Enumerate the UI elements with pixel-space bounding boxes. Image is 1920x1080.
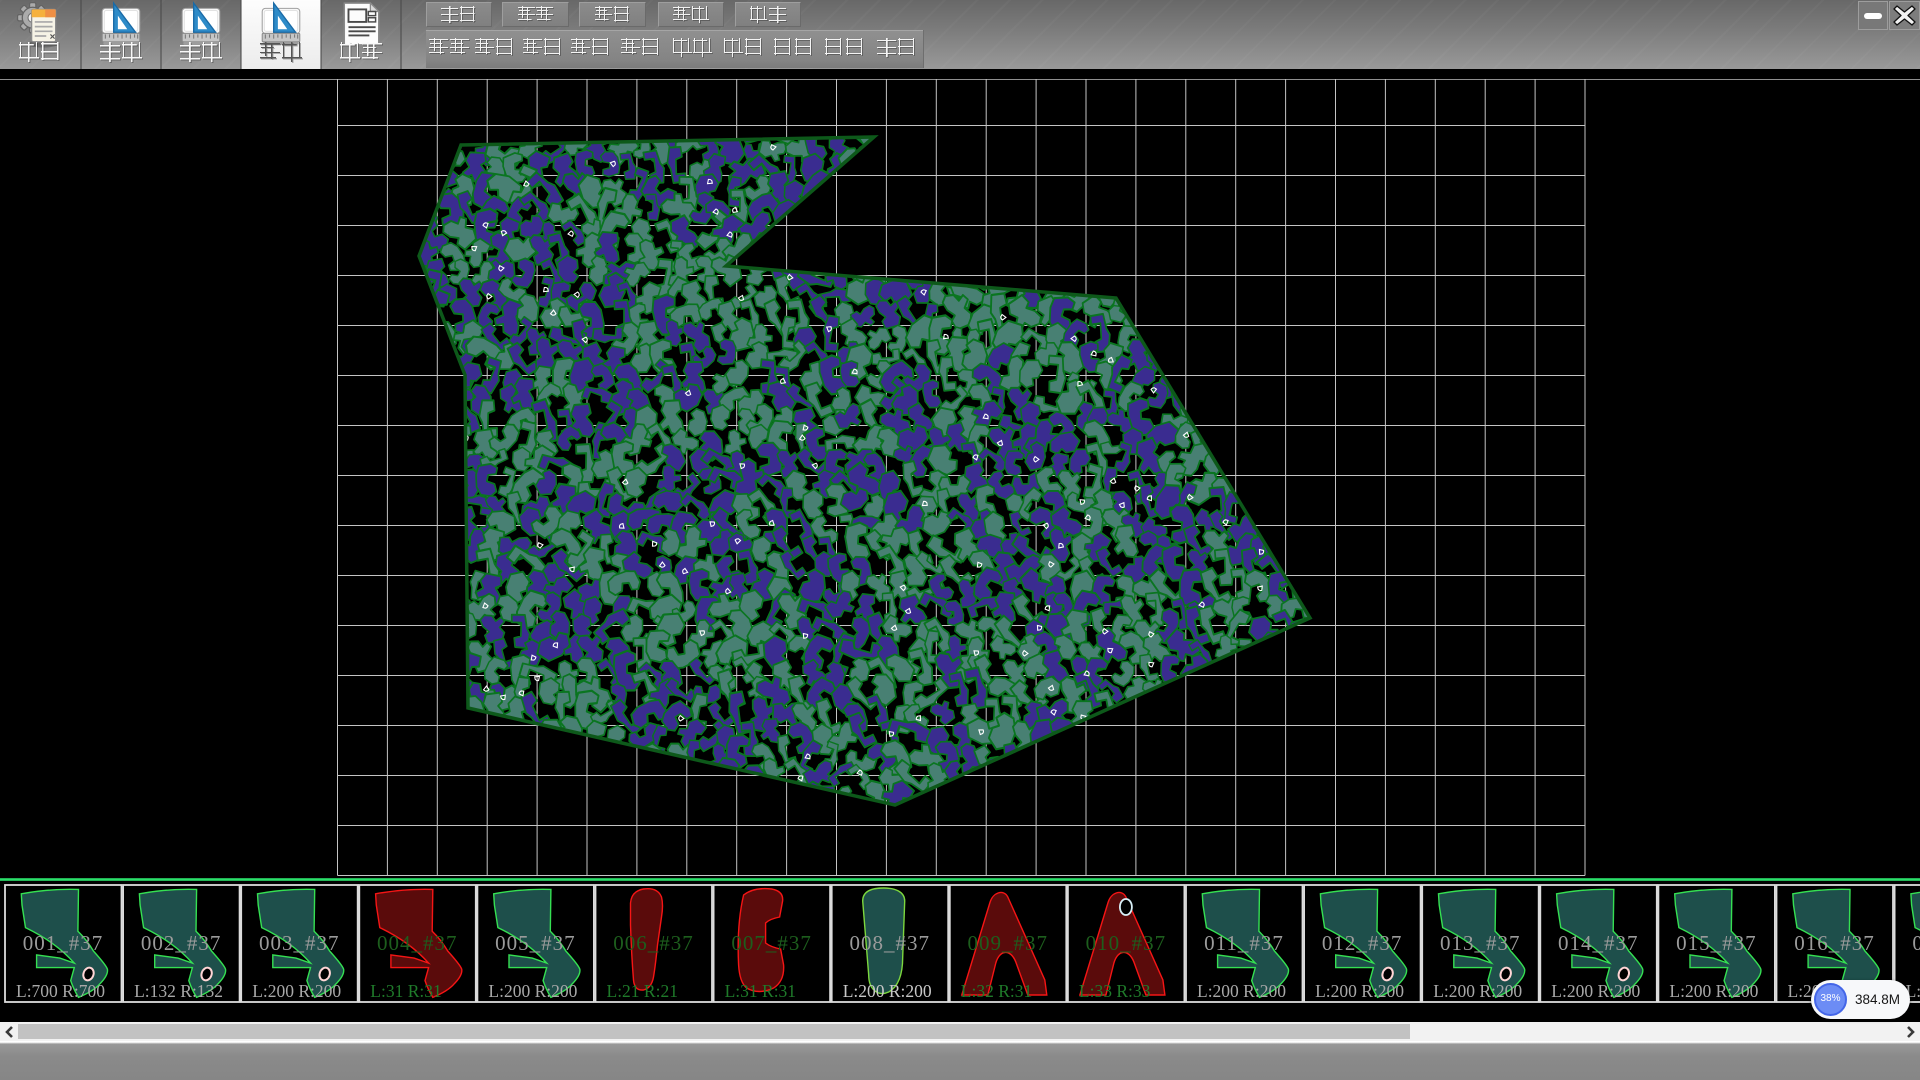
svg-text:L:200 R:200: L:200 R:200 [488, 981, 577, 1001]
svg-text:003_#37: 003_#37 [259, 931, 340, 955]
svg-text:L:700 R:700: L:700 R:700 [16, 981, 105, 1001]
svg-text:013_#37: 013_#37 [1440, 931, 1521, 955]
svg-text:L:200 R:200: L:200 R:200 [843, 981, 932, 1001]
svg-text:L:200 R:200: L:200 R:200 [1669, 981, 1758, 1001]
svg-text:010_#37: 010_#37 [1086, 931, 1167, 955]
svg-text:006_#37: 006_#37 [613, 931, 694, 955]
svg-text:L:21 R:21: L:21 R:21 [607, 981, 678, 1001]
svg-text:001_#37: 001_#37 [23, 931, 104, 955]
svg-text:005_#37: 005_#37 [495, 931, 576, 955]
svg-text:007_#37: 007_#37 [731, 931, 812, 955]
svg-text:L:200 R:200: L:200 R:200 [1315, 981, 1404, 1001]
svg-text:L:200 R:200: L:200 R:200 [1551, 981, 1640, 1001]
svg-text:L:31 R:31: L:31 R:31 [725, 981, 796, 1001]
svg-text:L:200 R:200: L:200 R:200 [1433, 981, 1522, 1001]
svg-text:009_#37: 009_#37 [968, 931, 1049, 955]
svg-text:017_#37: 017_#37 [1912, 931, 1920, 955]
svg-text:012_#37: 012_#37 [1322, 931, 1403, 955]
svg-text:L:33 R:33: L:33 R:33 [1079, 981, 1151, 1001]
svg-text:L:132 R:132: L:132 R:132 [134, 981, 223, 1001]
svg-text:011_#37: 011_#37 [1204, 931, 1284, 955]
svg-text:L:200 R:200: L:200 R:200 [252, 981, 341, 1001]
svg-text:L:200 R:200: L:200 R:200 [1197, 981, 1286, 1001]
svg-text:008_#37: 008_#37 [849, 931, 930, 955]
svg-text:015_#37: 015_#37 [1676, 931, 1757, 955]
svg-text:016_#37: 016_#37 [1794, 931, 1875, 955]
svg-text:L:32 R:31: L:32 R:31 [961, 981, 1032, 1001]
svg-text:L:31 R:31: L:31 R:31 [370, 981, 441, 1001]
svg-text:004_#37: 004_#37 [377, 931, 458, 955]
svg-text:014_#37: 014_#37 [1558, 931, 1639, 955]
svg-text:002_#37: 002_#37 [141, 931, 222, 955]
